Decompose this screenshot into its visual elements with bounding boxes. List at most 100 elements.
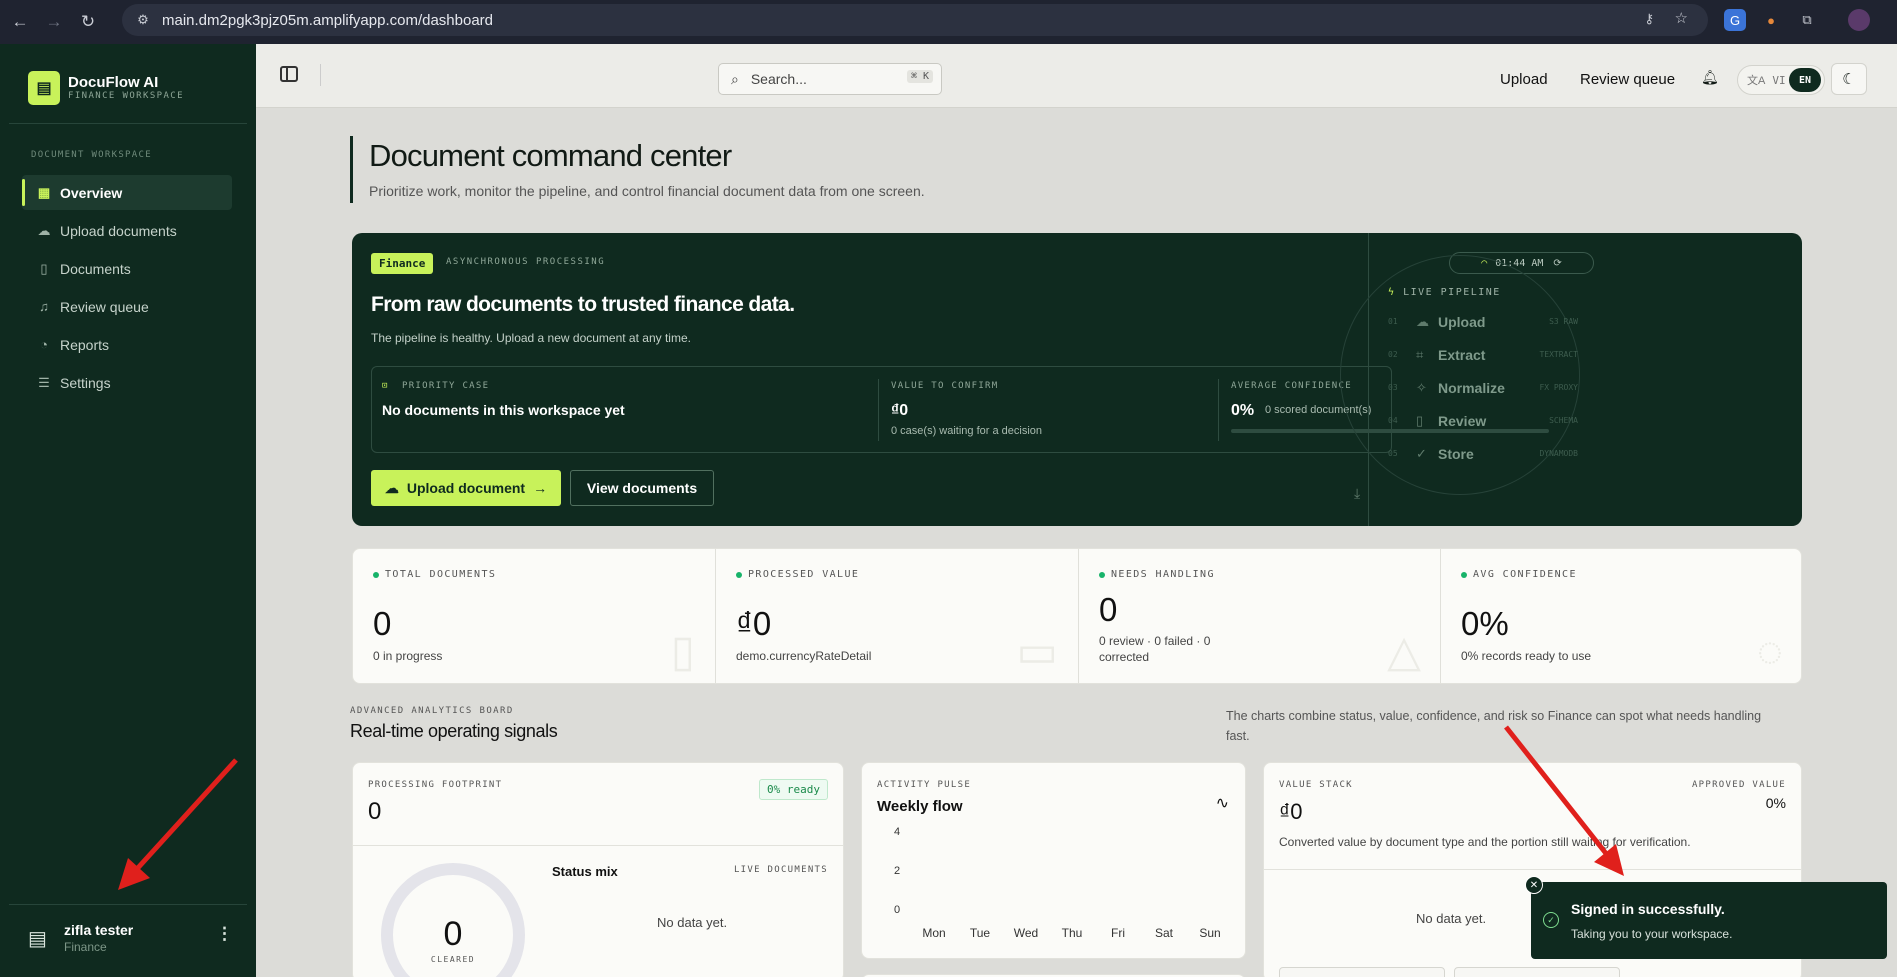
sidebar-item-documents[interactable]: ▯ Documents xyxy=(22,251,232,286)
sidebar-toggle-icon[interactable] xyxy=(280,66,298,82)
search-input[interactable]: ⌕ Search... ⌘ K xyxy=(718,63,942,95)
user-doc-icon: ▤ xyxy=(28,928,47,950)
priority-label: PRIORITY CASE xyxy=(402,381,490,391)
legend-chip xyxy=(1454,967,1620,977)
bell-icon: ♫ xyxy=(39,299,49,314)
sidebar-item-label: Reports xyxy=(60,336,110,353)
activity-pulse-card: ACTIVITY PULSE Weekly flow ∿ 4 2 0 Mon T… xyxy=(861,762,1246,959)
divider xyxy=(353,845,843,846)
view-documents-button[interactable]: View documents xyxy=(570,470,714,506)
x-tick: Fri xyxy=(1111,926,1125,940)
sidebar-section-label: DOCUMENT WORKSPACE xyxy=(31,150,152,160)
stat-sub: 0 review · 0 failed · 0 corrected xyxy=(1099,634,1211,664)
empty-state: No data yet. xyxy=(657,915,728,930)
divider xyxy=(9,123,247,124)
sidebar-item-label: Upload documents xyxy=(60,222,177,239)
forward-icon[interactable]: → xyxy=(40,8,68,36)
puzzle-extension-icon[interactable]: ⧉ xyxy=(1796,9,1818,31)
brand-name: DocuFlow AI xyxy=(68,74,159,91)
analytics-description: The charts combine status, value, confid… xyxy=(1226,709,1762,743)
live-pipeline: ϟ LIVE PIPELINE 01 ☁ Upload S3 RAW 02 ⌗ … xyxy=(1340,233,1590,526)
cloud-upload-icon: ☁ xyxy=(37,222,51,238)
language-switch[interactable]: 文A VI EN xyxy=(1737,65,1825,95)
sidebar-item-label: Review queue xyxy=(60,298,149,315)
empty-state: No data yet. xyxy=(1416,911,1487,926)
value-stack-value: ₫0 xyxy=(1279,799,1303,824)
sidebar-item-reports[interactable]: ◔ Reports xyxy=(22,327,232,362)
translate-extension-icon[interactable]: G xyxy=(1724,9,1746,31)
live-documents-label: LIVE DOCUMENTS xyxy=(733,865,828,875)
confirm-label: VALUE TO CONFIRM xyxy=(891,381,999,391)
file-icon: ▯ xyxy=(40,260,48,276)
pipeline-heading: ϟ LIVE PIPELINE xyxy=(1388,287,1501,298)
stat-sub: 0 in progress xyxy=(373,649,443,663)
theme-toggle-moon-icon[interactable]: ☾ xyxy=(1831,63,1867,95)
approved-value-label: APPROVED VALUE xyxy=(1691,780,1786,790)
priority-value: No documents in this workspace yet xyxy=(382,402,625,418)
sidebar: ▤ DocuFlow AI FINANCE WORKSPACE DOCUMENT… xyxy=(0,44,256,977)
document-watermark-icon: ▯ xyxy=(670,627,695,676)
pipeline-step-upload: 01 ☁ Upload S3 RAW xyxy=(1388,313,1578,333)
donut-label: CLEARED xyxy=(430,955,476,964)
key-icon[interactable]: ⚷ xyxy=(1644,11,1654,27)
close-icon[interactable]: ✕ xyxy=(1525,876,1543,894)
x-tick: Sun xyxy=(1199,926,1221,940)
address-bar[interactable]: ⚙ main.dm2pgk3pjz05m.amplifyapp.com/dash… xyxy=(122,4,1708,36)
cookie-extension-icon[interactable]: ● xyxy=(1760,9,1782,31)
search-placeholder: Search... xyxy=(750,71,807,87)
review-queue-link[interactable]: Review queue xyxy=(1580,71,1675,88)
upload-link[interactable]: Upload xyxy=(1500,71,1548,88)
notifications-icon[interactable]: 🔔︎ xyxy=(1701,69,1719,86)
lightning-icon: ϟ xyxy=(1388,287,1396,298)
x-tick: Wed xyxy=(1013,926,1039,940)
grid-icon: ▦ xyxy=(37,184,51,200)
donut-value: 0 xyxy=(443,915,463,953)
divider xyxy=(320,64,321,86)
cloud-upload-icon: ☁ xyxy=(384,479,399,496)
stat-label: PROCESSED VALUE xyxy=(748,569,860,580)
sidebar-item-label: Settings xyxy=(60,374,111,391)
divider xyxy=(878,379,879,441)
user-menu-icon[interactable]: ⋮ xyxy=(216,924,233,944)
status-dot xyxy=(373,571,379,578)
y-tick: 2 xyxy=(894,865,901,877)
banknote-watermark-icon: ▭ xyxy=(1016,627,1058,676)
back-icon[interactable]: ← xyxy=(6,8,34,36)
sidebar-item-review-queue[interactable]: ♫ Review queue xyxy=(22,289,232,324)
finance-badge: Finance xyxy=(371,253,434,274)
header-accent-bar xyxy=(350,136,353,203)
hero-panel: Finance ASYNCHRONOUS PROCESSING ◠ 01:44 … xyxy=(352,233,1802,526)
arrow-right-icon: → xyxy=(533,480,548,496)
site-info-icon[interactable]: ⚙ xyxy=(132,9,154,31)
status-dot xyxy=(736,571,742,578)
card-label: ACTIVITY PULSE xyxy=(877,780,972,790)
step-name: Normalize xyxy=(1438,380,1505,396)
sidebar-item-upload-documents[interactable]: ☁ Upload documents xyxy=(22,213,232,248)
clip-icon: ⊡ xyxy=(382,381,389,391)
star-icon[interactable]: ☆ xyxy=(1675,9,1688,27)
lang-en-option[interactable]: EN xyxy=(1789,68,1821,92)
sidebar-item-settings[interactable]: ☰ Settings xyxy=(22,365,232,400)
value-to-confirm: VALUE TO CONFIRM ₫0 0 case(s) waiting fo… xyxy=(891,367,1221,452)
gauge-watermark-icon: ◌ xyxy=(1756,627,1783,676)
scan-icon: ⌗ xyxy=(1416,347,1424,362)
sidebar-item-overview[interactable]: ▦ Overview xyxy=(22,175,232,210)
pipeline-step-extract: 02 ⌗ Extract TEXTRACT xyxy=(1388,346,1578,366)
stat-avg-confidence: AVG CONFIDENCE 0% 0% records ready to us… xyxy=(1441,549,1803,683)
profile-avatar[interactable] xyxy=(1848,9,1870,31)
stat-value: 0 xyxy=(1099,591,1118,628)
approved-value: 0% xyxy=(1765,795,1786,811)
download-icon[interactable]: ⤓ xyxy=(1354,485,1360,502)
x-tick: Thu xyxy=(1061,926,1083,940)
x-tick: Tue xyxy=(969,926,991,940)
step-number: 04 xyxy=(1388,416,1398,425)
value-stack-description: Converted value by document type and the… xyxy=(1279,835,1691,849)
footprint-value: 0 xyxy=(368,798,382,825)
stat-sub: 0% records ready to use xyxy=(1461,649,1592,663)
lang-vi-option[interactable]: VI xyxy=(1772,74,1785,87)
search-shortcut: ⌘ K xyxy=(906,70,933,83)
upload-document-button[interactable]: ☁ Upload document → xyxy=(371,470,561,506)
reload-icon[interactable]: ↻ xyxy=(74,8,102,36)
card-label: VALUE STACK xyxy=(1279,780,1353,790)
stat-label: AVG CONFIDENCE xyxy=(1473,569,1577,580)
